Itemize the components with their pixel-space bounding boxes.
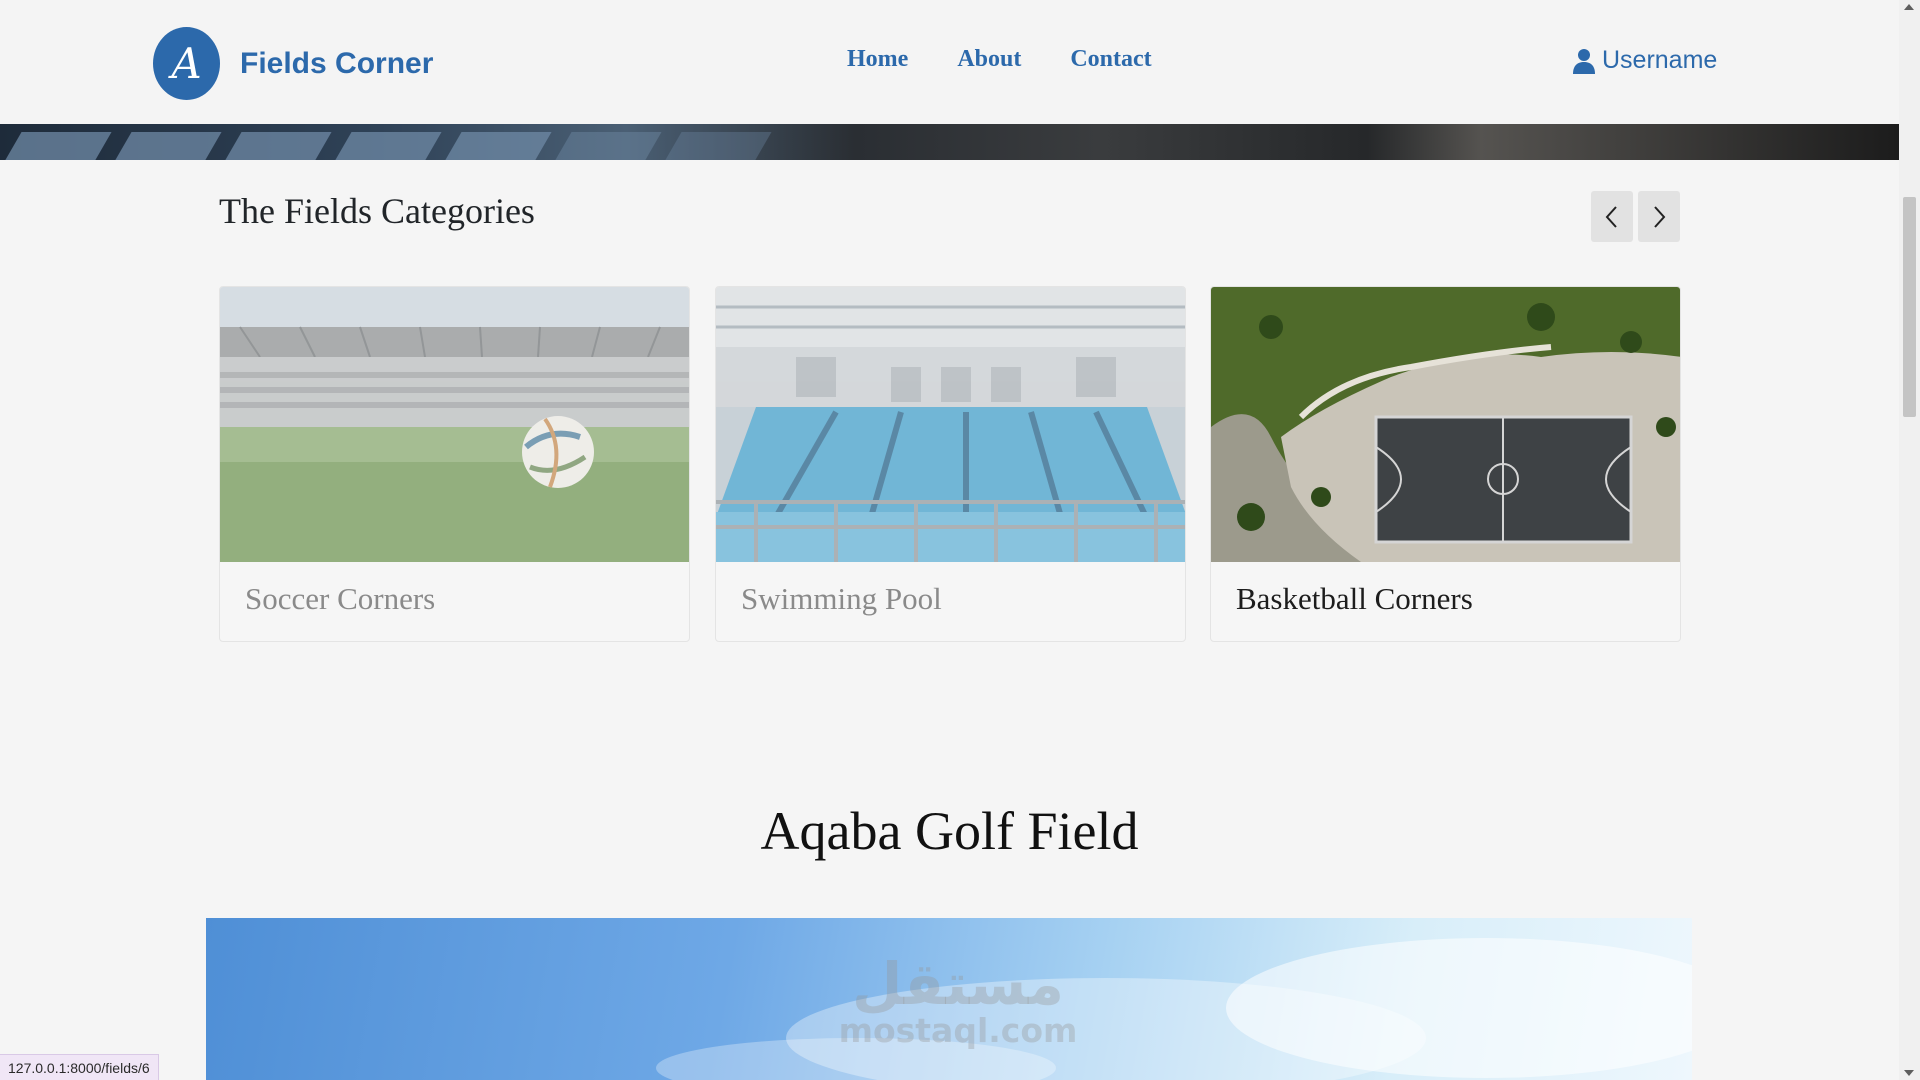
user-icon <box>1573 48 1595 74</box>
scrollbar-thumb[interactable] <box>1903 197 1916 417</box>
watermark-latin: mostaql.com <box>838 1011 1078 1050</box>
categories-title: The Fields Categories <box>219 191 535 231</box>
watermark-arabic: مستقل <box>851 950 1065 1018</box>
scroll-down-arrow-icon[interactable] <box>1904 1070 1914 1076</box>
nav-contact-link[interactable]: Contact <box>1070 46 1151 73</box>
logo-icon: A <box>153 27 220 100</box>
main-nav: Home About Contact <box>847 46 1201 73</box>
chevron-right-icon <box>1654 205 1666 228</box>
category-card-soccer[interactable]: Soccer Corners <box>219 286 690 642</box>
page-scrollbar[interactable] <box>1899 0 1920 1080</box>
logo-letter: A <box>171 38 202 88</box>
scroll-up-arrow-icon[interactable] <box>1904 4 1914 10</box>
soccer-field-image <box>220 287 689 562</box>
navbar: A Fields Corner Home About Contact Usern… <box>0 0 1899 124</box>
category-label: Swimming Pool <box>741 581 942 616</box>
brand-logo-link[interactable]: A Fields Corner <box>153 27 433 100</box>
watermark: مستقل mostaql.com <box>838 955 1078 1049</box>
category-label: Soccer Corners <box>245 581 436 616</box>
status-bar-url: 127.0.0.1:8000/fields/6 <box>0 1054 159 1080</box>
carousel-prev-button[interactable] <box>1591 191 1633 242</box>
category-card-basketball[interactable]: Basketball Corners <box>1210 286 1681 642</box>
basketball-court-image <box>1211 287 1680 562</box>
featured-field-title: Aqaba Golf Field <box>760 801 1139 861</box>
hero-image-strip <box>0 124 1899 160</box>
category-card-swimming[interactable]: Swimming Pool <box>715 286 1186 642</box>
brand-name: Fields Corner <box>240 46 434 80</box>
chevron-left-icon <box>1605 205 1617 228</box>
carousel-next-button[interactable] <box>1638 191 1680 242</box>
nav-about-link[interactable]: About <box>957 46 1021 73</box>
category-label: Basketball Corners <box>1236 581 1473 616</box>
swimming-pool-image <box>716 287 1185 562</box>
user-menu[interactable]: Username <box>1572 46 1717 75</box>
nav-home-link[interactable]: Home <box>847 46 908 73</box>
username-label: Username <box>1602 46 1718 74</box>
